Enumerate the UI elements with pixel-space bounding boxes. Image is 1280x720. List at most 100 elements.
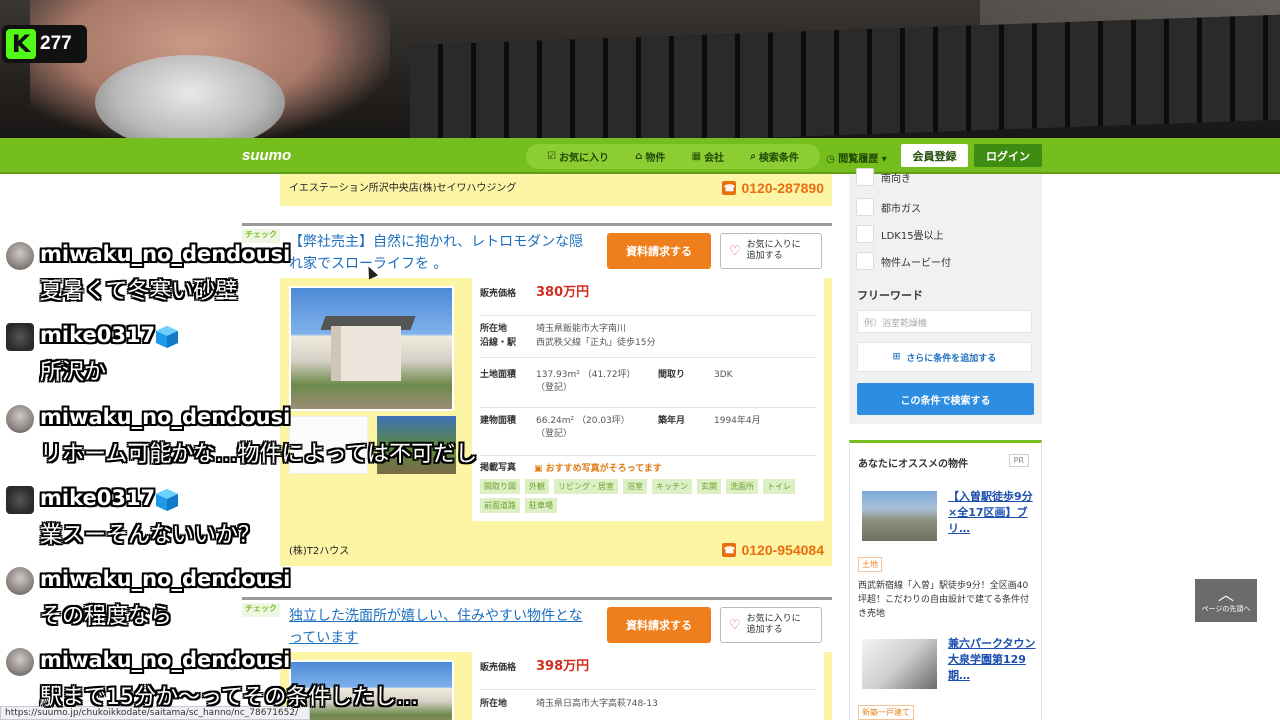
register-button[interactable]: 会員登録 xyxy=(901,144,968,167)
checkbox-label: LDK15畳以上 xyxy=(881,230,944,242)
checkbox[interactable] xyxy=(856,198,874,216)
station-value: 西武秩父線「正丸」徒歩15分 xyxy=(536,338,656,348)
recommended-link[interactable]: 【入曽駅徒歩9分×全17区画】ブリ… xyxy=(948,489,1036,537)
photo-tag[interactable]: 間取り図 xyxy=(480,479,520,494)
photo-tag[interactable]: 玄関 xyxy=(697,479,721,494)
checkbox-south-facing[interactable]: 南向き xyxy=(856,168,911,186)
recommended-photo[interactable] xyxy=(862,639,937,689)
caret-down-icon: ▾ xyxy=(878,154,887,165)
photo-tags: 間取り図 外観 リビング・居室 浴室 キッチン 玄関 洗面所 トイレ 前面道路 … xyxy=(480,479,810,513)
spec-building-row: 建物面積 66.24m² （20.03坪） （登記） 築年月 1994年4月 xyxy=(480,410,816,456)
chat-username: mike0317 xyxy=(40,323,156,347)
company-name[interactable]: (株)T2ハウス xyxy=(289,542,349,557)
chat-username: miwaku_no_dendousi xyxy=(40,648,291,672)
building-label: 建物面積 xyxy=(480,416,517,426)
recommended-link[interactable]: 兼六パークタウン大泉学園第129期… xyxy=(948,636,1036,684)
nav-property[interactable]: ⌂ 物件 xyxy=(635,149,665,164)
history-dropdown[interactable]: ◷ 閲覧履歴 ▾ xyxy=(826,150,887,165)
nav-search-conditions[interactable]: ⌕ 検索条件 xyxy=(750,149,799,164)
add-condition-button[interactable]: ⊞ さらに条件を追加する xyxy=(857,342,1032,372)
recommended-description: 西武新宿線「入曽」駅徒歩9分！全区画40坪超！こだわりの自由設計で建てる条件付き… xyxy=(858,581,1030,619)
photo-tag[interactable]: 洗面所 xyxy=(726,479,758,494)
check-tab[interactable]: チェック xyxy=(242,229,280,243)
chat-username: miwaku_no_dendousi xyxy=(40,405,291,429)
spec-table: 販売価格 380万円 所在地 埼玉県飯能市大字南川 沿線・駅 西武秩父線「正丸」… xyxy=(472,278,824,521)
search-icon: ⌕ xyxy=(750,151,756,162)
recommended-panel: あなたにオススメの物件 PR 【入曽駅徒歩9分×全17区画】ブリ… 土地 西武新… xyxy=(849,440,1042,720)
chat-username: miwaku_no_dendousi xyxy=(40,242,291,266)
nav-favorites[interactable]: ☑ お気に入り xyxy=(547,149,609,164)
layout-label: 間取り xyxy=(658,370,686,380)
search-filter-panel: 南向き 都市ガス LDK15畳以上 物件ムービー付 フリーワード 例）浴室乾燥機… xyxy=(849,168,1042,424)
add-condition-label: さらに条件を追加する xyxy=(906,353,997,364)
photo-tag[interactable]: 浴室 xyxy=(623,479,647,494)
photos-label: 掲載写真 xyxy=(480,463,517,473)
chat-text: リホーム可能かな…物件によっては不可だし xyxy=(40,442,478,467)
recommended-title: あなたにオススメの物件 xyxy=(858,459,968,470)
location-label: 所在地 xyxy=(480,699,508,709)
add-favorite-button[interactable]: ♡ お気に入りに追加する xyxy=(720,607,822,643)
property-listing: チェック 【弊社売主】自然に抱かれ、レトロモダンな隠れ家でスローライフを 。 資… xyxy=(242,223,832,583)
built-value: 1994年4月 xyxy=(714,416,761,426)
search-button[interactable]: この条件で検索する xyxy=(857,383,1034,415)
category-tag: 土地 xyxy=(858,557,882,572)
photo-tag[interactable]: 外観 xyxy=(525,479,549,494)
avatar xyxy=(6,567,34,595)
land-value: 137.93m² （41.72坪） （登記） xyxy=(536,370,636,393)
checkbox-movie[interactable]: 物件ムービー付 xyxy=(856,252,951,270)
avatar xyxy=(6,486,34,514)
avatar xyxy=(6,648,34,676)
listing-title[interactable]: 独立した洗面所が嬉しい、住みやすい物件となっています xyxy=(289,605,589,649)
header-nav: ☑ お気に入り ⌂ 物件 ▦ 会社 ⌕ 検索条件 xyxy=(526,144,820,169)
chat-text: その程度なら xyxy=(40,604,173,629)
plus-square-icon: ⊞ xyxy=(892,352,901,362)
login-button[interactable]: ログイン xyxy=(974,144,1042,167)
back-to-top-button[interactable]: ︿ ページの先頭へ xyxy=(1195,579,1257,622)
history-label: 閲覧履歴 xyxy=(838,154,879,165)
spec-land-row: 土地面積 137.93m² （41.72坪） （登記） 間取り 3DK xyxy=(480,364,816,408)
photo-tag[interactable]: 前面道路 xyxy=(480,498,520,513)
property-photo[interactable] xyxy=(289,286,454,411)
photo-tag[interactable]: 駐車場 xyxy=(525,498,557,513)
photo-tag[interactable]: リビング・居室 xyxy=(554,479,618,494)
checkbox[interactable] xyxy=(856,168,874,186)
photo-tag[interactable]: キッチン xyxy=(652,479,692,494)
listing-title[interactable]: 【弊社売主】自然に抱かれ、レトロモダンな隠れ家でスローライフを 。 xyxy=(289,231,589,275)
checkbox[interactable] xyxy=(856,225,874,243)
suumo-logo[interactable]: suumo xyxy=(242,147,291,164)
add-favorite-label: お気に入りに追加する xyxy=(746,614,801,635)
phone-number[interactable]: ☎ 0120-954084 xyxy=(722,542,824,558)
price-value: 380万円 xyxy=(536,285,590,300)
spec-location-row: 所在地 埼玉県日高市大字高萩748-13 xyxy=(480,696,816,720)
spec-table: 販売価格 398万円 所在地 埼玉県日高市大字高萩748-13 xyxy=(472,652,824,720)
checkbox-ldk15[interactable]: LDK15畳以上 xyxy=(856,225,944,243)
checkbox[interactable] xyxy=(856,252,874,270)
keyboard xyxy=(410,14,1280,140)
building-value: 66.24m² （20.03坪） （登記） xyxy=(536,416,630,439)
back-to-top-label: ページの先頭へ xyxy=(1201,604,1251,613)
pr-badge: PR xyxy=(1008,454,1029,467)
layout-value: 3DK xyxy=(714,370,733,380)
building-icon: ▦ xyxy=(691,151,702,162)
recommended-photo[interactable] xyxy=(862,491,937,541)
phone-number[interactable]: ☎ 0120-287890 xyxy=(722,180,824,196)
checkbox-label: 都市ガス xyxy=(881,203,921,215)
company-name[interactable]: イエステーション所沢中央店(株)セイワハウジング xyxy=(289,179,516,194)
photo-tag[interactable]: トイレ xyxy=(763,479,795,494)
recommend-photos: ▣ おすすめ写真がそろってます xyxy=(534,461,662,474)
chat-text: 夏暑くて冬寒い砂壁 xyxy=(40,279,238,304)
chat-text: 業スーそんないいか？ xyxy=(40,523,261,548)
freeword-input[interactable]: 例）浴室乾燥機 xyxy=(857,310,1032,333)
request-document-button[interactable]: 資料請求する xyxy=(607,607,711,643)
chat-text: 駅まで15分か～ってその条件したし… xyxy=(40,685,419,710)
nav-company[interactable]: ▦ 会社 xyxy=(692,149,724,164)
request-document-button[interactable]: 資料請求する xyxy=(607,233,711,269)
chat-username: miwaku_no_dendousi xyxy=(40,567,291,591)
phone-number-text: 0120-954084 xyxy=(741,542,824,558)
category-tag: 新築一戸建て xyxy=(858,705,914,720)
check-tab[interactable]: チェック xyxy=(242,603,280,617)
add-favorite-button[interactable]: ♡ お気に入りに追加する xyxy=(720,233,822,269)
listing-detail: 販売価格 380万円 所在地 埼玉県飯能市大字南川 沿線・駅 西武秩父線「正丸」… xyxy=(280,278,832,566)
browser-page: suumo ☑ お気に入り ⌂ 物件 ▦ 会社 ⌕ 検索条件 ◷ 閲覧履歴 ▾ … xyxy=(0,138,1280,720)
checkbox-city-gas[interactable]: 都市ガス xyxy=(856,198,921,216)
